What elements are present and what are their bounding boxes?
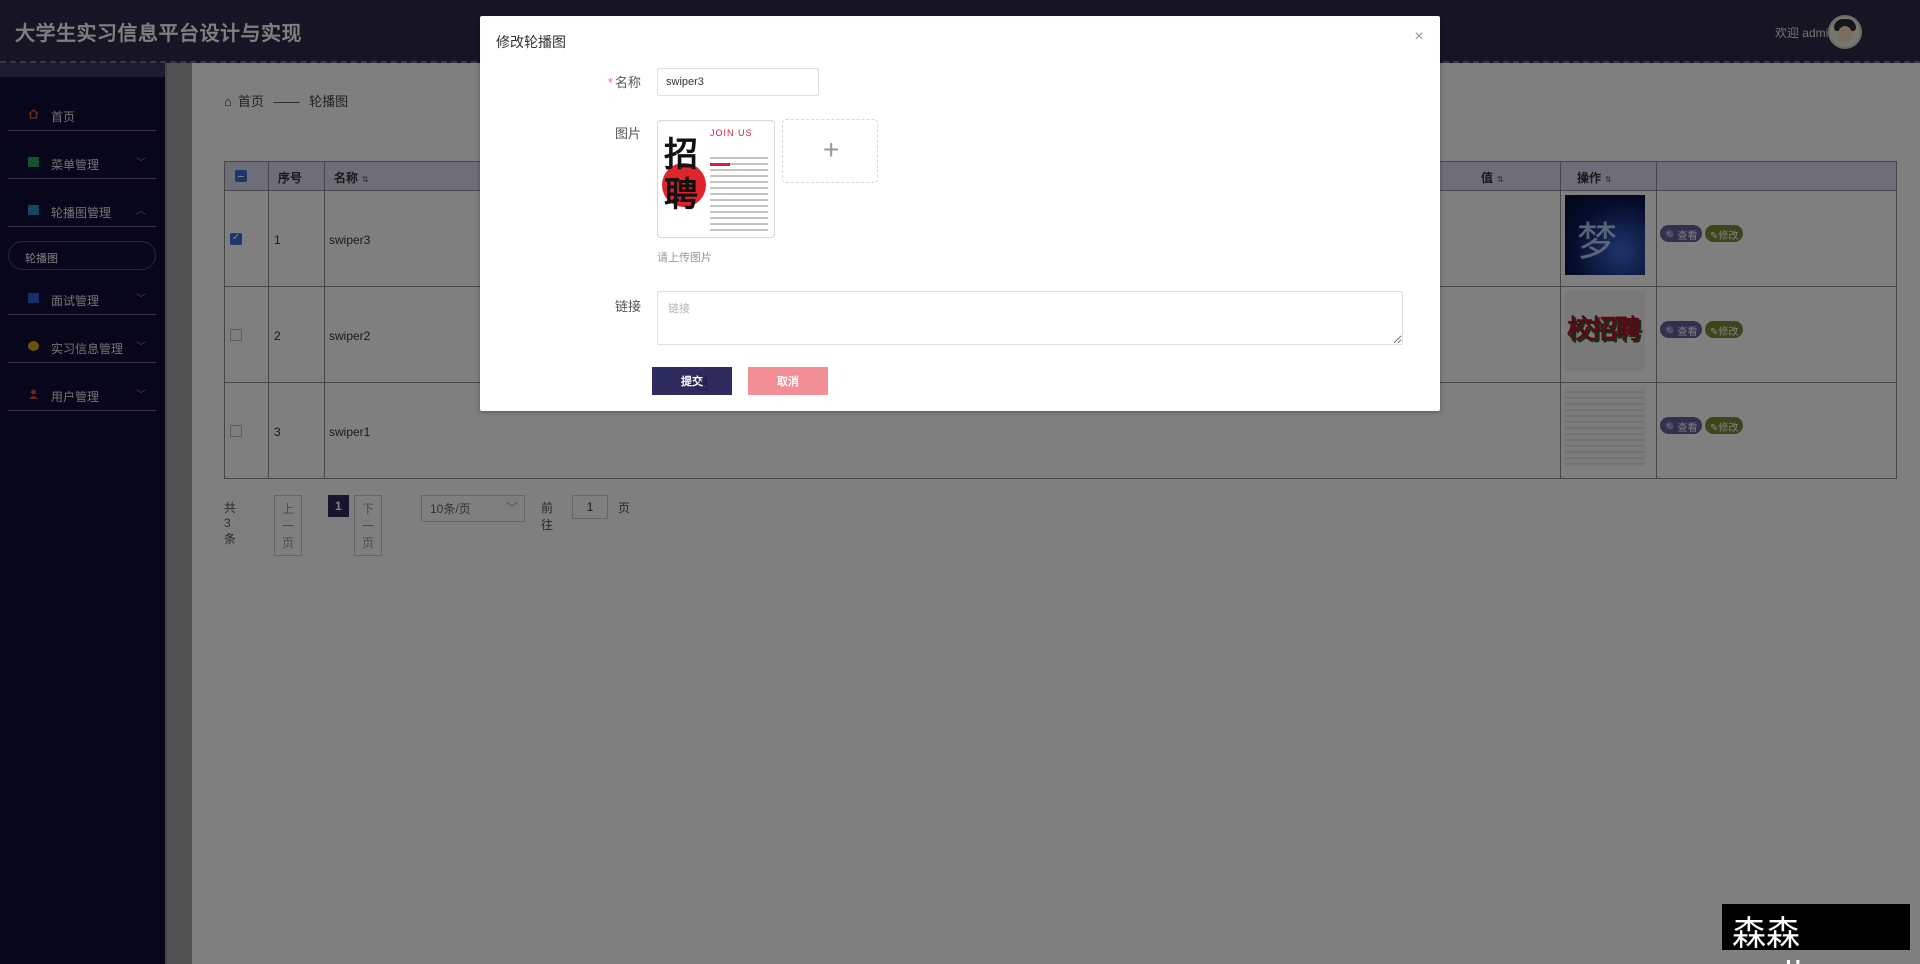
preview-join-text: JOIN US — [710, 128, 753, 138]
preview-text-lines — [710, 153, 768, 233]
upload-image-button[interactable]: + — [782, 119, 878, 183]
plus-icon: + — [823, 134, 840, 165]
name-input[interactable] — [657, 68, 819, 96]
name-label: * 名称 — [561, 72, 641, 91]
required-mark: * — [607, 75, 613, 90]
name-label-text: 名称 — [614, 75, 641, 90]
link-textarea[interactable] — [657, 291, 1403, 345]
preview-text-char2: 聘 — [664, 175, 698, 215]
dialog-title: 修改轮播图 — [496, 34, 566, 50]
close-icon[interactable]: × — [1410, 28, 1428, 46]
watermark-text: 森森coding — [1722, 904, 1910, 964]
image-label: 图片 — [614, 126, 641, 141]
edit-carousel-dialog: 修改轮播图 × *名称 图片 招 聘 JOIN US + 请上传图片 链接 提交… — [480, 16, 1440, 411]
submit-button[interactable]: 提交 — [652, 367, 732, 395]
uploaded-image-preview[interactable]: 招 聘 JOIN US — [657, 120, 775, 238]
upload-hint: 请上传图片 — [657, 252, 712, 264]
cancel-button[interactable]: 取消 — [748, 367, 828, 395]
link-label: 链接 — [614, 299, 641, 314]
